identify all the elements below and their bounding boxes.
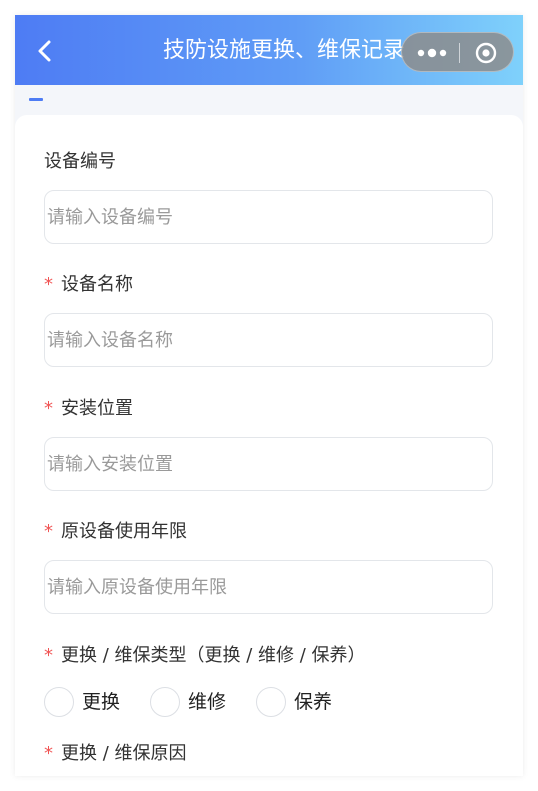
service-life-label: * 原设备使用年限 — [44, 521, 187, 542]
radio-label: 更换 — [82, 691, 121, 713]
device-name-label: * 设备名称 — [44, 274, 133, 295]
service-life-field: * 原设备使用年限 — [44, 520, 493, 614]
radio-label: 保养 — [294, 691, 333, 713]
mini-program-capsule — [401, 32, 514, 72]
device-no-label: 设备编号 — [44, 151, 116, 172]
radio-label: 维修 — [188, 691, 227, 713]
capsule-divider — [459, 43, 460, 63]
service-life-input[interactable] — [44, 560, 493, 614]
form-card: 设备编号 *设备名称 *安装位置 *原设备使用年限 *更换 / 维保类型（更换 — [15, 115, 523, 776]
type-field: * 更换 / 维保类型（更换 / 维修 / 保养） — [44, 644, 493, 668]
app-frame: 技防设施更换、维保记录 设备编号 请输入设备编号 * 设备名称 请输入设备名称 … — [15, 15, 523, 776]
device-name-field: * 设备名称 — [44, 273, 493, 367]
device-no-field: 设备编号 — [44, 150, 493, 244]
radio-circle[interactable] — [256, 687, 286, 717]
tab-indicator — [29, 98, 43, 101]
radio-circle[interactable] — [150, 687, 180, 717]
required-mark: * — [44, 274, 53, 295]
device-no-input[interactable] — [44, 190, 493, 244]
required-mark: * — [44, 398, 53, 419]
device-name-input[interactable] — [44, 313, 493, 367]
target-close-icon[interactable] — [475, 42, 497, 64]
more-dots-icon[interactable] — [416, 45, 448, 59]
required-mark: * — [44, 645, 53, 666]
required-mark: * — [44, 521, 53, 542]
nav-bar: 技防设施更换、维保记录 — [15, 15, 523, 85]
install-location-input[interactable] — [44, 437, 493, 491]
reason-label: * 更换 / 维保原因 — [44, 743, 187, 764]
type-label: * 更换 / 维保类型（更换 / 维修 / 保养） — [44, 645, 366, 666]
install-location-label: * 安装位置 — [44, 398, 133, 419]
required-mark: * — [44, 743, 53, 764]
reason-field: * 更换 / 维保原因 — [44, 742, 493, 766]
install-location-field: * 安装位置 — [44, 397, 493, 491]
radio-circle[interactable] — [44, 687, 74, 717]
